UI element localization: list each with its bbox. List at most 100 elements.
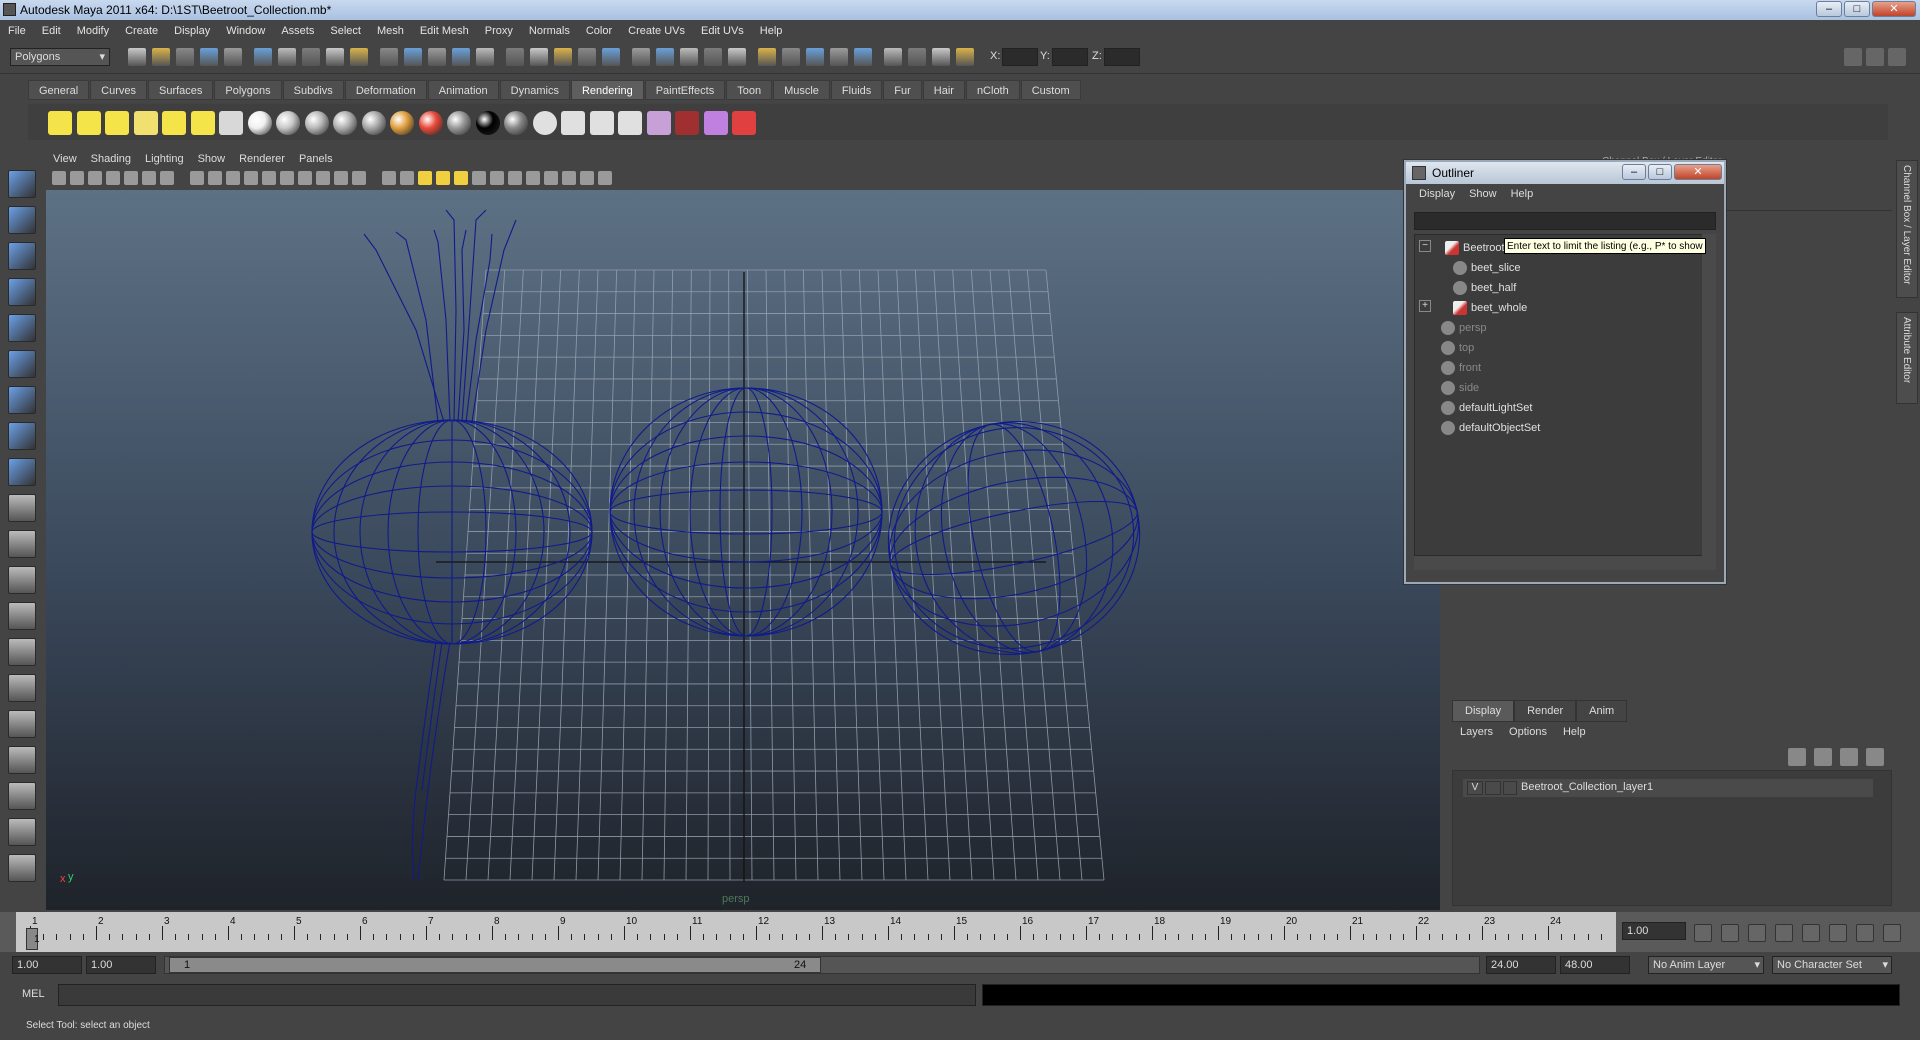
viewport-tool-icon[interactable]	[418, 171, 432, 185]
viewport-tool-icon[interactable]	[106, 171, 120, 185]
snap-grid-icon[interactable]	[728, 48, 746, 66]
use-background-icon[interactable]	[504, 111, 528, 135]
viewport-tool-icon[interactable]	[52, 171, 66, 185]
menu-window[interactable]: Window	[218, 20, 273, 42]
black-sphere-icon[interactable]	[475, 111, 500, 135]
layer-tab-display[interactable]: Display	[1452, 700, 1515, 722]
shelf-tab-rendering[interactable]: Rendering	[570, 80, 644, 100]
scene-view[interactable]: y x persp	[46, 190, 1440, 910]
select-object-icon[interactable]	[224, 48, 242, 66]
shelf-tab-painteffects[interactable]: PaintEffects	[644, 80, 726, 100]
ipr-render-icon[interactable]	[452, 48, 470, 66]
beet-slice-wireframe[interactable]	[867, 398, 1162, 677]
select-component-icon[interactable]	[704, 48, 722, 66]
channel-layout-icon[interactable]	[1866, 48, 1884, 66]
shelf-tab-curves[interactable]: Curves	[90, 80, 147, 100]
viewport-tool-icon[interactable]	[142, 171, 156, 185]
snap-plane-icon[interactable]	[350, 48, 368, 66]
viewport-tool-icon[interactable]	[382, 171, 396, 185]
surface-shader-icon[interactable]	[447, 111, 471, 135]
viewport-tool-icon[interactable]	[70, 171, 84, 185]
menu-assets[interactable]: Assets	[273, 20, 322, 42]
render-current-icon[interactable]	[561, 111, 585, 135]
viewport-tool-icon[interactable]	[526, 171, 540, 185]
volume-light-icon[interactable]	[190, 111, 215, 135]
snap-point-icon[interactable]	[326, 48, 344, 66]
layer-visibility-toggle[interactable]: V	[1467, 781, 1483, 795]
menu-file[interactable]: File	[0, 20, 34, 42]
shelf-tab-deformation[interactable]: Deformation	[344, 80, 427, 100]
viewport-tool-icon[interactable]	[244, 171, 258, 185]
outliner-filter-input[interactable]	[1414, 212, 1716, 230]
outliner-item[interactable]: side	[1415, 379, 1705, 397]
viewport-tool-icon[interactable]	[280, 171, 294, 185]
rotate-tool-icon[interactable]	[8, 314, 36, 342]
go-to-start-icon[interactable]	[1694, 924, 1712, 942]
sidebar-toggle-icon[interactable]	[554, 48, 572, 66]
viewport-tool-icon[interactable]	[598, 171, 612, 185]
menu-mesh[interactable]: Mesh	[369, 20, 412, 42]
layer-color-swatch[interactable]	[1503, 781, 1517, 795]
directional-light-icon[interactable]	[76, 111, 101, 135]
ipr-icon[interactable]	[589, 111, 614, 135]
outliner-item[interactable]: beet_half	[1415, 279, 1705, 297]
snap-plane-icon[interactable]	[806, 48, 824, 66]
outliner-item[interactable]: top	[1415, 339, 1705, 357]
shelf-tab-fur[interactable]: Fur	[883, 80, 922, 100]
outliner-item[interactable]: + beet_whole	[1415, 299, 1705, 317]
outliner-item[interactable]: front	[1415, 359, 1705, 377]
blinn-sphere-icon[interactable]	[276, 111, 300, 135]
collapse-icon[interactable]: −	[1419, 240, 1431, 252]
outliner-menu-display[interactable]: Display	[1412, 184, 1462, 204]
viewport-tool-icon[interactable]	[160, 171, 174, 185]
outliner-item[interactable]: defaultLightSet	[1415, 399, 1705, 417]
render-settings-icon[interactable]	[675, 111, 699, 135]
x-input[interactable]	[1002, 48, 1038, 66]
open-scene-icon[interactable]	[602, 48, 620, 66]
menu-edit[interactable]: Edit	[34, 20, 69, 42]
menu-set-dropdown[interactable]: Polygons ▾	[10, 48, 110, 66]
ipr-render-icon[interactable]	[908, 48, 926, 66]
step-forward-key-icon[interactable]	[1856, 924, 1874, 942]
save-scene-icon[interactable]	[632, 48, 650, 66]
layer-menu-layers[interactable]: Layers	[1452, 722, 1501, 742]
z-input[interactable]	[1104, 48, 1140, 66]
command-language-label[interactable]: MEL	[22, 988, 45, 1000]
outliner-close-button[interactable]: ✕	[1674, 164, 1722, 180]
point-light-icon[interactable]	[105, 111, 129, 135]
custom-layout-icon[interactable]	[8, 782, 36, 810]
viewport-tool-icon[interactable]	[298, 171, 312, 185]
outliner-title-bar[interactable]: Outliner – □ ✕	[1406, 162, 1724, 184]
persp-outliner-layout-icon[interactable]	[8, 674, 36, 702]
layer-name[interactable]: Beetroot_Collection_layer1	[1521, 781, 1653, 793]
snap-curve-icon[interactable]	[302, 48, 320, 66]
minimize-button[interactable]: –	[1816, 1, 1842, 17]
shelf-tab-custom[interactable]: Custom	[1020, 80, 1081, 100]
lasso-tool-icon[interactable]	[8, 206, 36, 234]
current-time-field[interactable]: 1.00	[1622, 922, 1686, 940]
phong-sphere-icon[interactable]	[304, 111, 329, 135]
paint-brush-icon[interactable]	[732, 111, 756, 135]
scale-tool-icon[interactable]	[8, 350, 36, 378]
shelf-tab-dynamics[interactable]: Dynamics	[499, 80, 570, 100]
spot-light-icon[interactable]	[133, 111, 158, 135]
viewport-tool-icon[interactable]	[88, 171, 102, 185]
viewport-tool-icon[interactable]	[454, 171, 468, 185]
shelf-tab-toon[interactable]: Toon	[726, 80, 773, 100]
viewport-menu-shading[interactable]: Shading	[84, 150, 138, 168]
layer-options-icon[interactable]	[1840, 748, 1858, 766]
y-input[interactable]	[1052, 48, 1088, 66]
layer-tab-anim[interactable]: Anim	[1576, 700, 1628, 722]
single-pane-layout-icon[interactable]	[8, 530, 36, 558]
play-backwards-icon[interactable]	[1775, 924, 1793, 942]
new-layer-icon[interactable]	[1788, 748, 1806, 766]
anim-end-time-field[interactable]: 48.00	[1560, 956, 1630, 974]
snap-grid-icon[interactable]	[278, 48, 296, 66]
paint-canvas-icon[interactable]	[703, 111, 728, 135]
outliner-vertical-scrollbar[interactable]	[1702, 234, 1716, 556]
anisotropic-sphere-icon[interactable]	[361, 111, 386, 135]
render-view-icon[interactable]	[532, 111, 557, 135]
viewport-tool-icon[interactable]	[544, 171, 558, 185]
last-tool-icon[interactable]	[8, 494, 36, 522]
outliner-menu-help[interactable]: Help	[1504, 184, 1541, 204]
